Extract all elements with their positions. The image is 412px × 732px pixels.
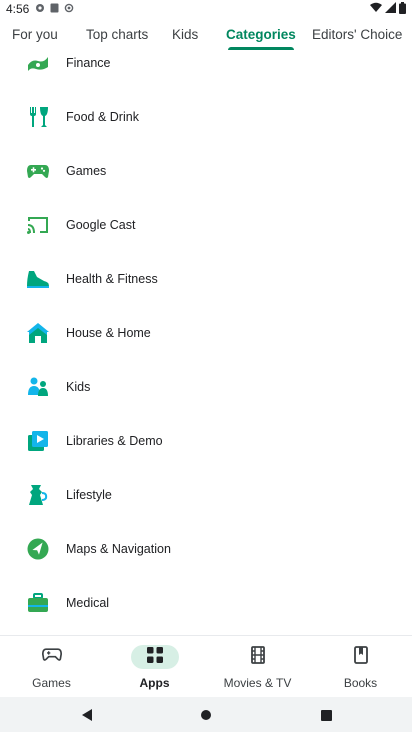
nav-movies-tv-label: Movies & TV [223, 676, 292, 690]
status-time: 4:56 [6, 2, 30, 16]
sneaker-icon [26, 267, 50, 291]
nav-apps-label: Apps [139, 676, 170, 690]
sim-icon [50, 2, 59, 16]
categories-list[interactable]: Finance Food & Drink Games Google Cast H… [0, 54, 412, 635]
food-drink-icon [26, 105, 50, 129]
category-games[interactable]: Games [0, 144, 412, 198]
bookmark-icon [353, 645, 368, 669]
medical-bag-icon [26, 591, 50, 615]
category-maps-navigation[interactable]: Maps & Navigation [0, 522, 412, 576]
category-house-home[interactable]: House & Home [0, 306, 412, 360]
status-bar: 4:56 [0, 0, 412, 18]
film-icon [250, 645, 265, 669]
nav-movies-tv[interactable]: Movies & TV [206, 636, 309, 698]
category-google-cast[interactable]: Google Cast [0, 198, 412, 252]
top-tabs: For you Top charts Kids Categories Edito… [0, 18, 412, 54]
category-libraries-demo[interactable]: Libraries & Demo [0, 414, 412, 468]
kids-icon [26, 375, 50, 399]
tab-top-charts[interactable]: Top charts [86, 18, 148, 54]
recents-icon[interactable] [316, 705, 336, 725]
home-icon[interactable] [196, 705, 216, 725]
category-medical[interactable]: Medical [0, 576, 412, 630]
signal-icon [385, 2, 396, 16]
cast-icon [26, 213, 50, 237]
libraries-icon [26, 429, 50, 453]
gamepad-icon [41, 647, 62, 668]
wifi-icon [370, 2, 382, 16]
category-lifestyle[interactable]: Lifestyle [0, 468, 412, 522]
location-icon [64, 2, 74, 16]
coffee-pot-icon [26, 483, 50, 507]
apps-grid-icon [146, 646, 163, 668]
nav-apps[interactable]: Apps [103, 636, 206, 698]
battery-icon [399, 1, 406, 17]
nav-books[interactable]: Books [309, 636, 412, 698]
bottom-navigation: Games Apps Movies & TV Books [0, 635, 412, 697]
notification-dot-icon [35, 2, 45, 16]
category-kids[interactable]: Kids [0, 360, 412, 414]
category-health-fitness[interactable]: Health & Fitness [0, 252, 412, 306]
map-icon [26, 537, 50, 561]
house-icon [26, 321, 50, 345]
finance-icon [26, 54, 50, 75]
category-finance[interactable]: Finance [0, 54, 412, 90]
tab-categories[interactable]: Categories [220, 18, 302, 54]
nav-books-label: Books [343, 676, 378, 690]
category-food-drink[interactable]: Food & Drink [0, 90, 412, 144]
gamepad-icon [26, 159, 50, 183]
nav-games[interactable]: Games [0, 636, 103, 698]
tab-editors-choice[interactable]: Editors' Choice [312, 18, 402, 54]
tab-for-you[interactable]: For you [12, 18, 58, 54]
tab-kids[interactable]: Kids [172, 18, 198, 54]
nav-games-label: Games [32, 676, 71, 690]
back-icon[interactable] [77, 705, 97, 725]
system-navigation-bar [0, 697, 412, 732]
